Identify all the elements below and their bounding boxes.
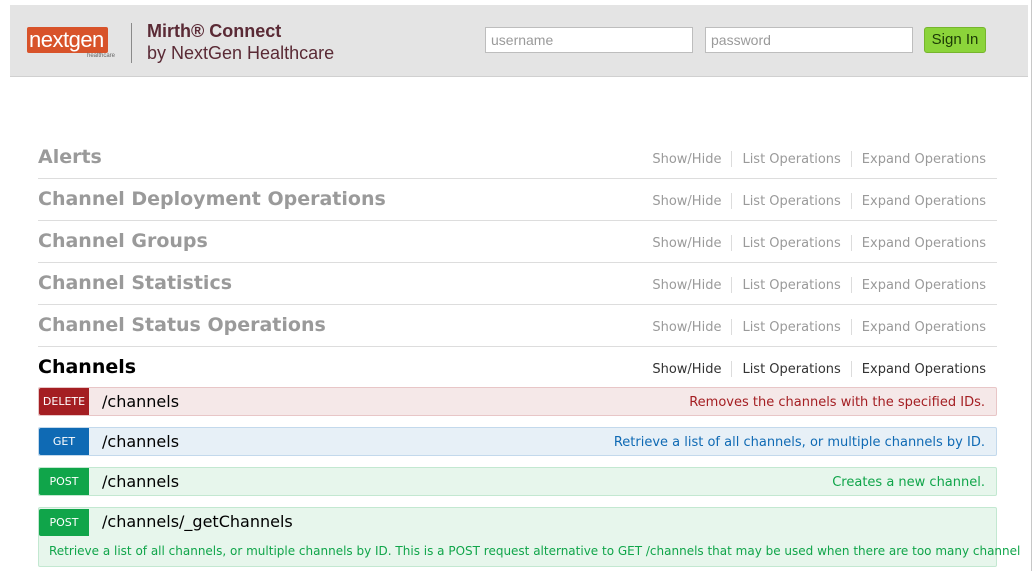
resource-ops: Show/Hide List Operations Expand Operati…: [652, 361, 986, 377]
list-operations-link[interactable]: List Operations: [742, 194, 840, 209]
endpoint-summary[interactable]: Removes the channels with the specified …: [689, 395, 985, 410]
show-hide-link[interactable]: Show/Hide: [652, 236, 721, 251]
divider: [731, 319, 733, 335]
resource-channel-groups: Channel Groups Show/Hide List Operations…: [38, 220, 997, 263]
method-badge[interactable]: GET: [39, 428, 89, 455]
divider: [731, 235, 733, 251]
sign-in-button[interactable]: Sign In: [924, 27, 986, 53]
show-hide-link[interactable]: Show/Hide: [652, 278, 721, 293]
expand-operations-link[interactable]: Expand Operations: [862, 278, 986, 293]
resource-channel-status-operations: Channel Status Operations Show/Hide List…: [38, 304, 997, 347]
list-operations-link[interactable]: List Operations: [742, 320, 840, 335]
expand-operations-link[interactable]: Expand Operations: [862, 152, 986, 167]
divider: [850, 151, 852, 167]
divider: [731, 193, 733, 209]
endpoint-post-get-channels[interactable]: POST /channels/_getChannels Retrieve a l…: [38, 507, 1020, 567]
expand-operations-link[interactable]: Expand Operations: [862, 320, 986, 335]
resource-ops: Show/Hide List Operations Expand Operati…: [652, 151, 986, 167]
resource-title[interactable]: Channel Status Operations: [38, 314, 326, 336]
divider: [731, 277, 733, 293]
method-badge[interactable]: DELETE: [39, 388, 89, 415]
show-hide-link[interactable]: Show/Hide: [652, 362, 721, 377]
nextgen-logo: nextgen healthcare: [27, 20, 129, 59]
show-hide-link[interactable]: Show/Hide: [652, 194, 721, 209]
show-hide-link[interactable]: Show/Hide: [652, 320, 721, 335]
resource-ops: Show/Hide List Operations Expand Operati…: [652, 277, 986, 293]
logo-sub: healthcare: [87, 53, 116, 59]
resource-ops: Show/Hide List Operations Expand Operati…: [652, 193, 986, 209]
list-operations-link[interactable]: List Operations: [742, 152, 840, 167]
endpoint-path[interactable]: /channels: [102, 432, 179, 451]
resource-title[interactable]: Channel Groups: [38, 230, 208, 252]
endpoint-path[interactable]: /channels: [102, 472, 179, 491]
expand-operations-link[interactable]: Expand Operations: [862, 236, 986, 251]
endpoint-delete-channels[interactable]: DELETE /channels Removes the channels wi…: [38, 387, 997, 416]
page-border: [1031, 0, 1032, 571]
resource-title[interactable]: Alerts: [38, 146, 102, 168]
endpoint-description: Retrieve a list of all channels, or mult…: [49, 544, 1021, 558]
endpoint-path[interactable]: /channels: [102, 392, 179, 411]
endpoint-summary[interactable]: Creates a new channel.: [832, 475, 985, 490]
resource-title[interactable]: Channels: [38, 356, 136, 378]
password-input[interactable]: [705, 27, 913, 53]
method-badge[interactable]: POST: [39, 509, 89, 536]
divider: [850, 235, 852, 251]
list-operations-link[interactable]: List Operations: [742, 362, 840, 377]
resource-channel-deployment-operations: Channel Deployment Operations Show/Hide …: [38, 178, 997, 221]
endpoint-get-channels[interactable]: GET /channels Retrieve a list of all cha…: [38, 427, 997, 456]
divider: [850, 319, 852, 335]
divider: [850, 361, 852, 377]
product-name: Mirth® Connect: [147, 21, 282, 41]
resource-title[interactable]: Channel Deployment Operations: [38, 188, 386, 210]
resource-channel-statistics: Channel Statistics Show/Hide List Operat…: [38, 262, 997, 305]
divider: [850, 193, 852, 209]
endpoint-path[interactable]: /channels/_getChannels: [102, 512, 293, 531]
logo-divider: [131, 23, 132, 63]
header: nextgen healthcare Mirth® Connect by Nex…: [10, 5, 1028, 77]
method-badge[interactable]: POST: [39, 468, 89, 495]
resource-title[interactable]: Channel Statistics: [38, 272, 232, 294]
divider: [731, 151, 733, 167]
logo-text: nextgen: [27, 27, 108, 53]
resource-ops: Show/Hide List Operations Expand Operati…: [652, 319, 986, 335]
product-sub: by NextGen Healthcare: [147, 43, 335, 63]
endpoint-summary[interactable]: Retrieve a list of all channels, or mult…: [614, 435, 985, 450]
list-operations-link[interactable]: List Operations: [742, 278, 840, 293]
list-operations-link[interactable]: List Operations: [742, 236, 840, 251]
divider: [850, 277, 852, 293]
divider: [731, 361, 733, 377]
resource-alerts: Alerts Show/Hide List Operations Expand …: [38, 136, 997, 179]
expand-operations-link[interactable]: Expand Operations: [862, 362, 986, 377]
resource-ops: Show/Hide List Operations Expand Operati…: [652, 235, 986, 251]
show-hide-link[interactable]: Show/Hide: [652, 152, 721, 167]
resource-channels: Channels Show/Hide List Operations Expan…: [38, 346, 997, 388]
expand-operations-link[interactable]: Expand Operations: [862, 194, 986, 209]
username-input[interactable]: [485, 27, 693, 53]
endpoint-post-channels[interactable]: POST /channels Creates a new channel.: [38, 467, 997, 496]
